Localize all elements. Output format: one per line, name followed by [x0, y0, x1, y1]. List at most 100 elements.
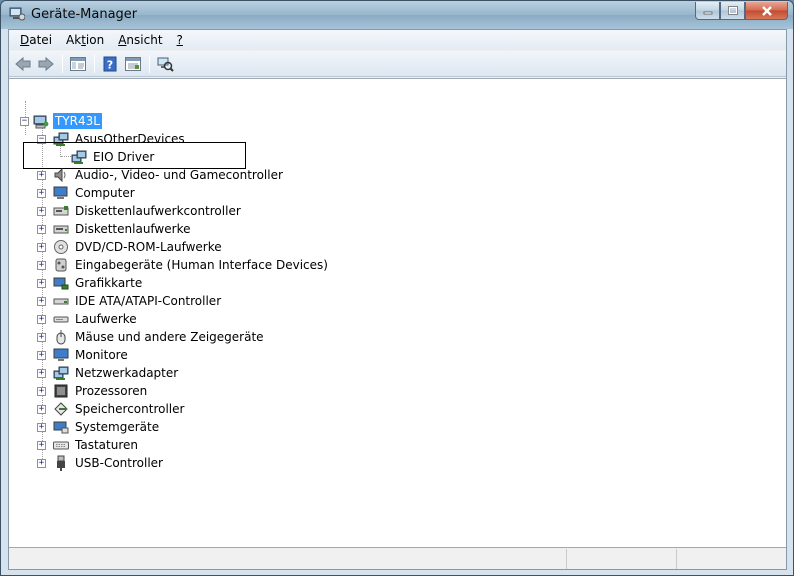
- category-expand-toggle[interactable]: +: [37, 315, 46, 324]
- menu-ansicht[interactable]: Ansicht: [111, 33, 169, 47]
- forward-arrow-icon: [38, 56, 54, 71]
- menu-datei[interactable]: Datei: [13, 33, 59, 47]
- tree-node-label: Computer: [75, 186, 135, 200]
- svg-text:?: ?: [107, 58, 113, 71]
- tree-node-label: DVD/CD-ROM-Laufwerke: [75, 240, 222, 254]
- category-expand-toggle[interactable]: +: [37, 333, 46, 342]
- scan-hardware-button[interactable]: [154, 53, 176, 75]
- tree-node-label: Tastaturen: [75, 438, 138, 452]
- status-bar: [9, 549, 786, 569]
- category-expand-toggle[interactable]: +: [37, 261, 46, 270]
- network-adapter-icon: [53, 365, 69, 381]
- tree-node-label: Audio-, Video- und Gamecontroller: [75, 168, 283, 182]
- show-hide-console-tree-icon: [70, 56, 86, 71]
- root-collapse-toggle[interactable]: −: [20, 117, 29, 126]
- processor-icon: [53, 383, 69, 399]
- menu-mnemonic: ?: [176, 33, 183, 47]
- tree-node-label: EIO Driver: [93, 150, 155, 164]
- tree-node-category[interactable]: IDE ATA/ATAPI-Controller: [53, 292, 223, 310]
- speaker-icon: [53, 167, 69, 183]
- tree-node-category[interactable]: Monitore: [53, 346, 130, 364]
- tree-node-root[interactable]: TYR43L: [33, 112, 102, 130]
- category-expand-toggle[interactable]: +: [37, 441, 46, 450]
- device-tree[interactable]: − TYR43L − AsusOtherDevices EIO Driver +…: [9, 78, 786, 548]
- computer-root-icon: [33, 113, 49, 129]
- minimize-button[interactable]: [695, 2, 720, 20]
- storage-controller-icon: [53, 401, 69, 417]
- tree-node-category[interactable]: USB-Controller: [53, 454, 165, 472]
- tree-node-category[interactable]: Grafikkarte: [53, 274, 144, 292]
- tree-node-category[interactable]: Tastaturen: [53, 436, 140, 454]
- maximize-icon: [727, 6, 738, 15]
- tree-node-label: USB-Controller: [75, 456, 163, 470]
- category-expand-toggle[interactable]: +: [37, 225, 46, 234]
- tree-node-category[interactable]: Systemgeräte: [53, 418, 161, 436]
- status-panel-main: [9, 549, 567, 569]
- properties-button[interactable]: [122, 53, 144, 75]
- category-expand-toggle[interactable]: +: [37, 369, 46, 378]
- menu-label-part: nsicht: [126, 33, 163, 47]
- mouse-icon: [53, 329, 69, 345]
- category-expand-toggle[interactable]: +: [37, 189, 46, 198]
- monitor-icon: [53, 347, 69, 363]
- forward-button[interactable]: [35, 53, 57, 75]
- toolbar-separator: [62, 54, 63, 73]
- tree-node-category[interactable]: Netzwerkadapter: [53, 364, 180, 382]
- help-icon: ?: [103, 56, 117, 71]
- tree-node-label: Diskettenlaufwerkcontroller: [75, 204, 241, 218]
- category-expand-toggle[interactable]: +: [37, 351, 46, 360]
- device-manager-icon: [9, 7, 26, 21]
- maximize-button[interactable]: [720, 2, 745, 20]
- category-expand-toggle[interactable]: +: [37, 387, 46, 396]
- close-button[interactable]: [745, 2, 788, 20]
- category-expand-toggle[interactable]: +: [37, 279, 46, 288]
- help-button[interactable]: ?: [99, 53, 121, 75]
- tree-node-label: Eingabegeräte (Human Interface Devices): [75, 258, 328, 272]
- display-adapter-icon: [53, 275, 69, 291]
- tree-node-category[interactable]: Mäuse und andere Zeigegeräte: [53, 328, 266, 346]
- menu-aktion[interactable]: Aktion: [59, 33, 111, 47]
- category-expand-toggle[interactable]: +: [37, 171, 46, 180]
- category-expand-toggle[interactable]: +: [37, 423, 46, 432]
- tree-node-label: IDE ATA/ATAPI-Controller: [75, 294, 222, 308]
- tree-node-label: Monitore: [75, 348, 128, 362]
- category-expand-toggle[interactable]: +: [37, 243, 46, 252]
- window-client-area: Datei Aktion Ansicht ? ? − TYR43L − Asus…: [8, 29, 787, 570]
- category-expand-toggle[interactable]: +: [37, 459, 46, 468]
- title-bar[interactable]: Geräte-Manager: [1, 1, 793, 29]
- system-devices-icon: [53, 419, 69, 435]
- back-button[interactable]: [12, 53, 34, 75]
- hid-icon: [53, 257, 69, 273]
- tree-node-category[interactable]: Diskettenlaufwerke: [53, 220, 192, 238]
- tree-node-eio-driver[interactable]: EIO Driver: [71, 148, 156, 166]
- tree-node-category[interactable]: Laufwerke: [53, 310, 139, 328]
- tree-node-label: TYR43L: [53, 113, 102, 129]
- tree-node-category[interactable]: Audio-, Video- und Gamecontroller: [53, 166, 285, 184]
- tree-node-label: Grafikkarte: [75, 276, 143, 290]
- tree-node-category[interactable]: Speichercontroller: [53, 400, 186, 418]
- category-expand-toggle[interactable]: +: [37, 405, 46, 414]
- tree-node-category[interactable]: DVD/CD-ROM-Laufwerke: [53, 238, 224, 256]
- toolbar-separator: [149, 54, 150, 73]
- floppy-drive-icon: [53, 221, 69, 237]
- category-expand-toggle[interactable]: +: [37, 297, 46, 306]
- computer-icon: [53, 185, 69, 201]
- toolbar-separator: [94, 54, 95, 73]
- show-hide-tree-button[interactable]: [67, 53, 89, 75]
- tree-node-category[interactable]: Computer: [53, 184, 137, 202]
- tree-node-label: Speichercontroller: [75, 402, 185, 416]
- menu-help[interactable]: ?: [170, 33, 190, 47]
- disk-drive-icon: [53, 311, 69, 327]
- tree-node-label: Laufwerke: [75, 312, 137, 326]
- tree-node-category[interactable]: Diskettenlaufwerkcontroller: [53, 202, 243, 220]
- cdrom-icon: [53, 239, 69, 255]
- category-expand-toggle[interactable]: +: [37, 207, 46, 216]
- tree-node-category[interactable]: Prozessoren: [53, 382, 149, 400]
- floppy-controller-icon: [53, 203, 69, 219]
- menu-label-part: atei: [29, 33, 53, 47]
- ide-controller-icon: [53, 293, 69, 309]
- tree-node-label: Diskettenlaufwerke: [75, 222, 191, 236]
- network-device-icon: [71, 149, 87, 165]
- tree-node-label: Mäuse und andere Zeigegeräte: [75, 330, 264, 344]
- tree-node-category[interactable]: Eingabegeräte (Human Interface Devices): [53, 256, 330, 274]
